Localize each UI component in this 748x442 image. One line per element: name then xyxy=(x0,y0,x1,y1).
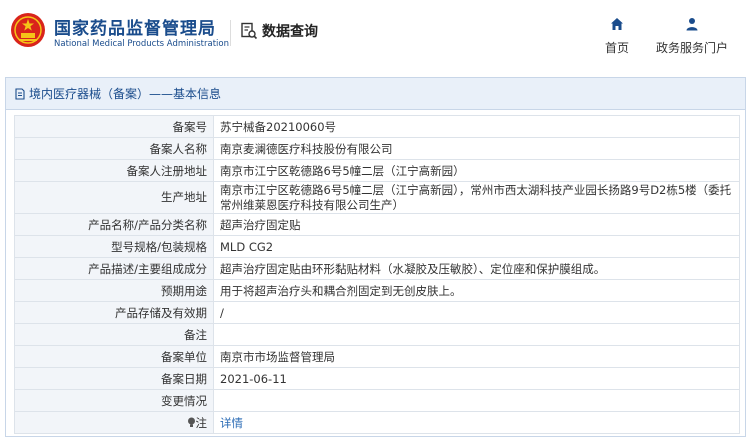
row-value: MLD CG2 xyxy=(213,235,740,258)
national-emblem-icon xyxy=(11,13,45,47)
info-table: 备案号 苏宁械备20210060号 备案人名称 南京麦澜德医疗科技股份有限公司 … xyxy=(14,115,740,434)
agency-name-en: National Medical Products Administration xyxy=(54,39,229,49)
row-value: 用于将超声治疗头和耦合剂固定到无创皮肤上。 xyxy=(213,279,740,302)
row-value: 南京市市场监督管理局 xyxy=(213,345,740,368)
row-label: 预期用途 xyxy=(14,279,214,302)
table-row: 产品名称/产品分类名称 超声治疗固定贴 xyxy=(14,213,740,236)
table-row: 备案人注册地址 南京市江宁区乾德路6号5幢二层（江宁高新园） xyxy=(14,159,740,182)
table-row: 注 详情 xyxy=(14,411,740,434)
table-row: 生产地址 南京市江宁区乾德路6号5幢二层（江宁高新园），常州市西太湖科技产业园长… xyxy=(14,181,740,214)
row-label: 备案日期 xyxy=(14,367,214,390)
row-label: 产品名称/产品分类名称 xyxy=(14,213,214,236)
panel-title: 境内医疗器械（备案）——基本信息 xyxy=(29,87,222,101)
row-value: / xyxy=(213,301,740,324)
info-panel: 境内医疗器械（备案）——基本信息 备案号 苏宁械备20210060号 备案人名称… xyxy=(5,77,746,437)
header-divider xyxy=(230,20,231,46)
home-icon xyxy=(611,18,623,30)
lightbulb-icon xyxy=(187,417,195,427)
row-value: 苏宁械备20210060号 xyxy=(213,115,740,138)
row-value: 南京市江宁区乾德路6号5幢二层（江宁高新园），常州市西太湖科技产业园长扬路9号D… xyxy=(213,181,740,214)
table-row: 备案人名称 南京麦澜德医疗科技股份有限公司 xyxy=(14,137,740,160)
row-label: 生产地址 xyxy=(14,181,214,214)
table-row: 备案单位 南京市市场监督管理局 xyxy=(14,345,740,368)
table-row: 产品存储及有效期 / xyxy=(14,301,740,324)
row-label: 备案人名称 xyxy=(14,137,214,160)
table-row: 产品描述/主要组成成分 超声治疗固定贴由环形黏贴材料（水凝胶及压敏胶）、定位座和… xyxy=(14,257,740,280)
table-row: 预期用途 用于将超声治疗头和耦合剂固定到无创皮肤上。 xyxy=(14,279,740,302)
panel-header: 境内医疗器械（备案）——基本信息 xyxy=(6,78,745,110)
row-value: 超声治疗固定贴由环形黏贴材料（水凝胶及压敏胶）、定位座和保护膜组成。 xyxy=(213,257,740,280)
section-title: 数据查询 xyxy=(240,21,318,41)
table-row: 备注 xyxy=(14,323,740,346)
table-row: 备案日期 2021-06-11 xyxy=(14,367,740,390)
row-label: 备案单位 xyxy=(14,345,214,368)
row-value: 南京市江宁区乾德路6号5幢二层（江宁高新园） xyxy=(213,159,740,182)
row-value xyxy=(213,323,740,346)
row-label: 备案号 xyxy=(14,115,214,138)
table-row: 备案号 苏宁械备20210060号 xyxy=(14,115,740,138)
nav-home-label: 首页 xyxy=(604,41,629,55)
row-label: 型号规格/包装规格 xyxy=(14,235,214,258)
agency-name-cn: 国家药品监督管理局 xyxy=(54,19,216,39)
row-value xyxy=(213,389,740,412)
row-label: 变更情况 xyxy=(14,389,214,412)
row-value: 南京麦澜德医疗科技股份有限公司 xyxy=(213,137,740,160)
row-label: 注 xyxy=(195,415,208,430)
section-title-label: 数据查询 xyxy=(262,24,318,40)
table-row: 型号规格/包装规格 MLD CG2 xyxy=(14,235,740,258)
nav-service-portal[interactable]: 政务服务门户 xyxy=(652,16,732,56)
row-label: 产品存储及有效期 xyxy=(14,301,214,324)
details-link[interactable]: 详情 xyxy=(220,416,243,430)
site-header: 国家药品监督管理局 National Medical Products Admi… xyxy=(0,0,748,66)
nav-home[interactable]: 首页 xyxy=(600,16,634,56)
row-value: 超声治疗固定贴 xyxy=(213,213,740,236)
data-query-icon xyxy=(241,22,258,40)
note-label-cell: 注 xyxy=(14,411,214,434)
row-label: 备案人注册地址 xyxy=(14,159,214,182)
table-row: 变更情况 xyxy=(14,389,740,412)
nav-service-label: 政务服务门户 xyxy=(655,41,728,55)
row-label: 备注 xyxy=(14,323,214,346)
row-label: 产品描述/主要组成成分 xyxy=(14,257,214,280)
user-icon xyxy=(686,18,698,31)
document-icon xyxy=(15,87,25,100)
row-value: 详情 xyxy=(213,411,740,434)
row-value: 2021-06-11 xyxy=(213,367,740,390)
